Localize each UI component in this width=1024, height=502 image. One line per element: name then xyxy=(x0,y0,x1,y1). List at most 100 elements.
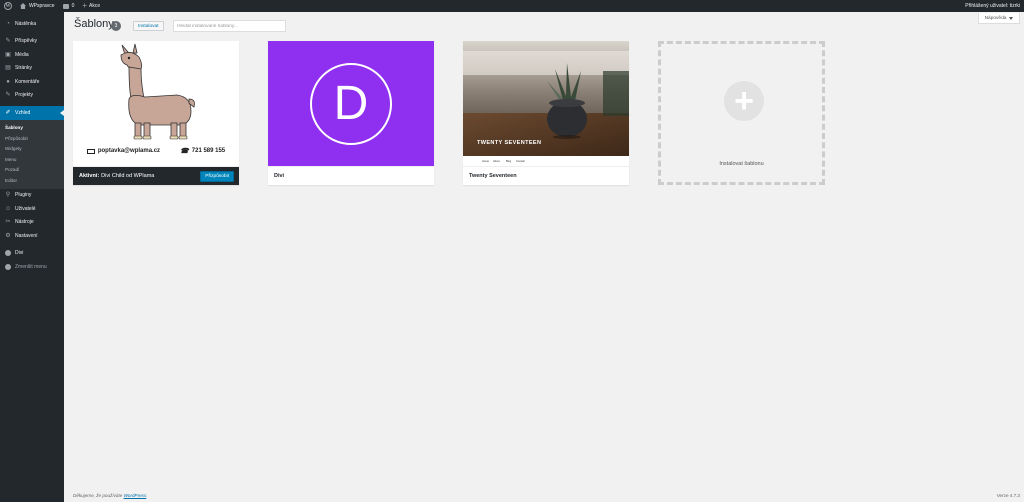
sidebar-item-tools[interactable]: ✂ Nástroje xyxy=(0,216,64,230)
sidebar-item-label: Divi xyxy=(15,250,24,257)
sidebar-item-appearance[interactable]: ✐ Vzhled xyxy=(0,106,64,120)
twenty-seventeen-preview: TWENTY SEVENTEEN Home About Blog Contact xyxy=(463,41,629,166)
add-theme-label: Instalovat šablonu xyxy=(719,161,764,167)
nav-item-blog: Blog xyxy=(506,159,512,163)
pin-icon: ✎ xyxy=(5,38,11,45)
phone-text: 721 589 155 xyxy=(191,148,226,154)
theme-name: Divi Child od WPlama xyxy=(101,173,155,179)
contact-line: poptavka@wplama.cz ☎ 721 589 155 xyxy=(73,147,239,155)
divi-logo-icon: D xyxy=(310,62,392,145)
add-new-theme-button[interactable]: Instalovat xyxy=(133,21,164,31)
submenu-item-widgets[interactable]: Widgety xyxy=(0,144,64,155)
sidebar-item-comments[interactable]: ● Komentáře xyxy=(0,75,64,89)
divi-logo-letter: D xyxy=(333,77,369,130)
pin-icon: ✎ xyxy=(5,92,11,99)
admin-sidebar: ◔ Nástěnka ✎ Příspěvky ▣ Média ▤ Stránky… xyxy=(0,12,64,502)
tools-icon: ✂ xyxy=(5,219,11,226)
email-contact: poptavka@wplama.cz xyxy=(86,147,161,155)
sidebar-item-dashboard[interactable]: ◔ Nástěnka xyxy=(0,17,64,31)
help-label: Nápověda xyxy=(984,15,1007,21)
theme-card-divi[interactable]: D Divi xyxy=(268,41,434,185)
sidebar-item-settings[interactable]: ⚙ Nastavení xyxy=(0,229,64,243)
email-text: poptavka@wplama.cz xyxy=(97,148,161,154)
theme-name-bar: Aktivní: Divi Child od WPlama Přizpůsobi… xyxy=(73,166,239,185)
comments-link[interactable]: 0 xyxy=(59,0,79,12)
theme-card-divi-child[interactable]: poptavka@wplama.cz ☎ 721 589 155 Aktivní:… xyxy=(73,41,239,185)
sidebar-item-label: Projekty xyxy=(15,92,34,99)
greeting-text: Přihlášený uživatel: tizrki xyxy=(965,3,1020,9)
theme-name: Divi xyxy=(268,166,434,185)
sidebar-item-label: Zmenšit menu xyxy=(15,263,47,270)
sidebar-item-pages[interactable]: ▤ Stránky xyxy=(0,62,64,76)
comment-bubble-icon xyxy=(62,3,69,9)
submenu-item-customize[interactable]: Přizpůsobit xyxy=(0,133,64,144)
sidebar-item-label: Komentáře xyxy=(15,78,40,85)
collapse-menu-button[interactable]: Zmenšit menu xyxy=(0,260,64,274)
collapse-icon xyxy=(5,263,11,270)
theme-count-badge: 3 xyxy=(111,21,121,31)
sidebar-item-label: Vzhled xyxy=(15,109,31,116)
sidebar-item-posts[interactable]: ✎ Příspěvky xyxy=(0,35,64,49)
plugin-icon: ⚲ xyxy=(5,192,11,199)
wordpress-link[interactable]: WordPress xyxy=(124,493,147,498)
appearance-submenu: Šablony Přizpůsobit Widgety Menu Pozadí … xyxy=(0,119,64,189)
brush-icon: ✐ xyxy=(5,109,11,116)
envelope-icon xyxy=(86,148,95,154)
page-title: Šablony xyxy=(74,18,114,30)
sidebar-item-label: Média xyxy=(15,51,29,58)
phone-icon: ☎ xyxy=(180,148,189,155)
footer-thanks-suffix: . xyxy=(146,493,148,498)
submenu-item-menus[interactable]: Menu xyxy=(0,154,64,165)
new-content-label: Akce xyxy=(89,3,101,9)
users-icon: ☺ xyxy=(5,205,12,212)
nav-item-about: About xyxy=(493,159,500,163)
sidebar-item-label: Příspěvky xyxy=(15,38,37,45)
footer-thanks: Děkujeme, že používáte WordPress. xyxy=(73,493,148,498)
submenu-item-background[interactable]: Pozadí xyxy=(0,165,64,176)
add-new-theme-card[interactable]: + Instalovat šablonu xyxy=(658,41,825,185)
hero-title: TWENTY SEVENTEEN xyxy=(477,140,541,146)
theme-screenshot[interactable]: TWENTY SEVENTEEN Home About Blog Contact xyxy=(463,41,629,166)
plus-icon: + xyxy=(724,81,764,121)
sidebar-item-label: Nástěnka xyxy=(15,20,37,27)
caret-down-icon xyxy=(1009,16,1014,20)
wordpress-logo-button[interactable]: W xyxy=(0,0,16,12)
sidebar-item-label: Pluginy xyxy=(15,192,32,199)
search-themes-input[interactable] xyxy=(173,20,286,32)
plus-icon: + xyxy=(82,1,88,10)
dashboard-icon: ◔ xyxy=(6,20,10,27)
theme-screenshot[interactable]: D xyxy=(268,41,434,166)
help-tab-button[interactable]: Nápověda xyxy=(978,13,1020,24)
sidebar-item-media[interactable]: ▣ Média xyxy=(0,48,64,62)
nav-item-home: Home xyxy=(482,159,489,163)
new-content-menu[interactable]: + Akce xyxy=(78,0,104,12)
sidebar-item-projects[interactable]: ✎ Projekty xyxy=(0,89,64,103)
sidebar-item-label: Nástroje xyxy=(15,219,34,226)
submenu-item-themes[interactable]: Šablony xyxy=(0,123,64,134)
media-icon: ▣ xyxy=(5,51,11,58)
footer-version: Verze 4.7.3 xyxy=(996,493,1020,498)
customize-button[interactable]: Přizpůsobit xyxy=(200,171,234,182)
active-prefix: Aktivní: xyxy=(79,173,100,179)
phone-contact: ☎ 721 589 155 xyxy=(180,147,225,155)
divi-icon xyxy=(5,250,11,257)
wordpress-logo-icon: W xyxy=(4,2,12,10)
comments-count: 0 xyxy=(71,3,75,9)
theme-screenshot[interactable]: poptavka@wplama.cz ☎ 721 589 155 xyxy=(73,41,239,166)
footer-thanks-prefix: Děkujeme, že používáte xyxy=(73,493,124,498)
sidebar-item-divi[interactable]: Divi xyxy=(0,247,64,261)
settings-icon: ⚙ xyxy=(5,232,11,239)
submenu-item-editor[interactable]: Editor xyxy=(0,175,64,186)
comments-icon: ● xyxy=(6,78,10,85)
nav-item-contact: Contact xyxy=(516,159,525,163)
theme-card-twenty-seventeen[interactable]: TWENTY SEVENTEEN Home About Blog Contact… xyxy=(463,41,629,185)
sidebar-item-users[interactable]: ☺ Uživatelé xyxy=(0,202,64,216)
home-icon xyxy=(20,3,26,9)
sidebar-item-label: Nastavení xyxy=(15,232,38,239)
sidebar-item-plugins[interactable]: ⚲ Pluginy xyxy=(0,189,64,203)
site-name-link[interactable]: WPspravce xyxy=(16,0,59,12)
sidebar-item-label: Uživatelé xyxy=(15,205,36,212)
admin-bar: W WPspravce 0 + Akce Přihlášený uživatel… xyxy=(0,0,1024,12)
sidebar-item-label: Stránky xyxy=(15,65,32,72)
account-menu[interactable]: Přihlášený uživatel: tizrki xyxy=(965,0,1020,12)
